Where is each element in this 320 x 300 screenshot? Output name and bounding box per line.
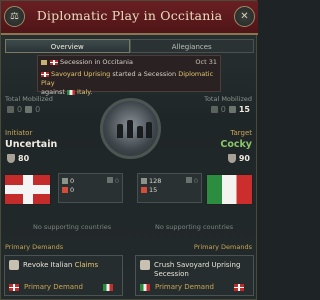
ship-icon (106, 177, 113, 183)
target-score: 90 (227, 154, 250, 163)
initiator-label: Initiator (5, 129, 33, 137)
target-stats: 128 15 0 (137, 173, 202, 203)
demand-type-row: Primary Demand (9, 283, 118, 291)
tab-overview[interactable]: Overview (5, 39, 130, 53)
target-flag[interactable] (206, 174, 253, 205)
target-stat-bayonet: 128 (141, 177, 161, 185)
target-mobilized-b: 15 (238, 105, 250, 114)
demand-title-text: Revoke Italian (23, 261, 75, 269)
italy-flag-icon (67, 89, 76, 95)
event-log: Secession in Occitania Oct 31 Savoyard U… (37, 55, 221, 96)
shield-icon (7, 154, 15, 163)
ship-icon (185, 177, 192, 183)
target-stat-flag: 15 (141, 186, 157, 194)
scales-icon[interactable]: ⚖ (4, 6, 25, 27)
tab-bar: Overview Allegiances (5, 39, 254, 53)
target-mobilized-a: 0 (220, 105, 226, 114)
initiator-stats: 0 0 0 (58, 173, 123, 203)
chess-piece-image (127, 120, 133, 138)
demand-type-row: Primary Demand (140, 283, 249, 291)
scroll-icon (41, 59, 47, 65)
claims-link[interactable]: Claims (75, 261, 99, 269)
target-stat-ship: 0 (185, 177, 198, 185)
target-stance: Cocky (220, 139, 252, 150)
target-mobilized: 0 15 (210, 105, 250, 114)
diplomatic-play-window: ⚖ Diplomatic Play in Occitania ✕ Overvie… (0, 0, 258, 300)
bayonet-icon (141, 178, 147, 184)
event-target-link[interactable]: Italy (77, 88, 90, 96)
initiator-primary-demands-label: Primary Demands (5, 243, 64, 251)
target-primary-demands-label: Primary Demands (193, 243, 252, 251)
initiator-no-support: No supporting countries (33, 223, 112, 231)
diplomatic-play-illustration (100, 98, 161, 159)
flotilla-icon (25, 106, 33, 113)
savoy-flag-icon (9, 283, 19, 291)
window-header: ⚖ Diplomatic Play in Occitania ✕ (1, 1, 258, 35)
initiator-mobilized-a: 0 (17, 105, 23, 114)
close-button[interactable]: ✕ (234, 6, 255, 27)
battalion-icon (7, 106, 14, 113)
initiator-demand-card[interactable]: Revoke Italian Claims Primary Demand (4, 255, 123, 296)
initiator-score: 80 (7, 154, 29, 163)
initiator-flag-value: 0 (70, 186, 75, 194)
savoy-flag-icon (234, 283, 244, 291)
bayonet-icon (62, 178, 68, 184)
savoy-flag-icon (41, 71, 49, 77)
demand-title: Crush Savoyard Uprising Secession (154, 261, 241, 278)
italy-flag-icon (140, 283, 150, 291)
demand-title: Revoke Italian Claims (23, 261, 119, 270)
event-date: Oct 31 (195, 58, 217, 66)
initiator-flag[interactable] (4, 174, 51, 205)
target-demand-card[interactable]: Crush Savoyard Uprising Secession Primar… (135, 255, 254, 296)
event-title: Secession in Occitania (60, 58, 133, 66)
target-bayonet-value: 128 (149, 177, 162, 185)
battalion-icon (210, 106, 218, 113)
target-no-support: No supporting countries (155, 223, 234, 231)
savoy-flag-icon (50, 59, 58, 65)
target-ship-value: 0 (193, 177, 198, 185)
flag-icon (141, 187, 147, 193)
chess-piece-image (146, 122, 152, 138)
window-title: Diplomatic Play in Occitania (36, 8, 223, 23)
initiator-ship-value: 0 (114, 177, 119, 185)
revoke-claims-icon (9, 260, 19, 270)
close-icon: ✕ (240, 11, 249, 22)
demand-type: Primary Demand (155, 283, 214, 291)
shield-icon (227, 154, 236, 163)
initiator-stat-flag: 0 (62, 186, 74, 194)
initiator-stance: Uncertain (5, 139, 58, 150)
target-label: Target (230, 129, 252, 137)
initiator-bayonet-value: 0 (70, 177, 75, 185)
event-text-end: . (90, 88, 93, 96)
target-score-value: 90 (238, 154, 250, 163)
initiator-stat-bayonet: 0 (62, 177, 74, 185)
event-actor-link[interactable]: Savoyard Uprising (51, 70, 110, 78)
event-header: Secession in Occitania Oct 31 (41, 58, 217, 66)
flag-icon (62, 187, 68, 193)
chess-piece-image (137, 126, 143, 138)
crush-uprising-icon (140, 260, 150, 270)
target-flag-value: 15 (149, 186, 158, 194)
initiator-stat-ship: 0 (106, 177, 119, 185)
scales-glyph: ⚖ (10, 11, 19, 22)
initiator-mobilized: 0 0 (7, 105, 40, 114)
initiator-mobilized-b: 0 (35, 105, 41, 114)
initiator-score-value: 80 (18, 154, 30, 163)
chess-piece-image (117, 124, 123, 138)
flotilla-icon (228, 106, 236, 113)
target-total-mobilized-label: Total Mobilized (204, 95, 252, 103)
initiator-total-mobilized-label: Total Mobilized (5, 95, 53, 103)
demand-type: Primary Demand (24, 283, 83, 291)
event-text-mid: started a Secession (110, 70, 179, 78)
event-text: Savoyard Uprising started a Secession Di… (41, 70, 217, 97)
tab-allegiances[interactable]: Allegiances (129, 39, 254, 53)
italy-flag-icon (103, 283, 113, 291)
